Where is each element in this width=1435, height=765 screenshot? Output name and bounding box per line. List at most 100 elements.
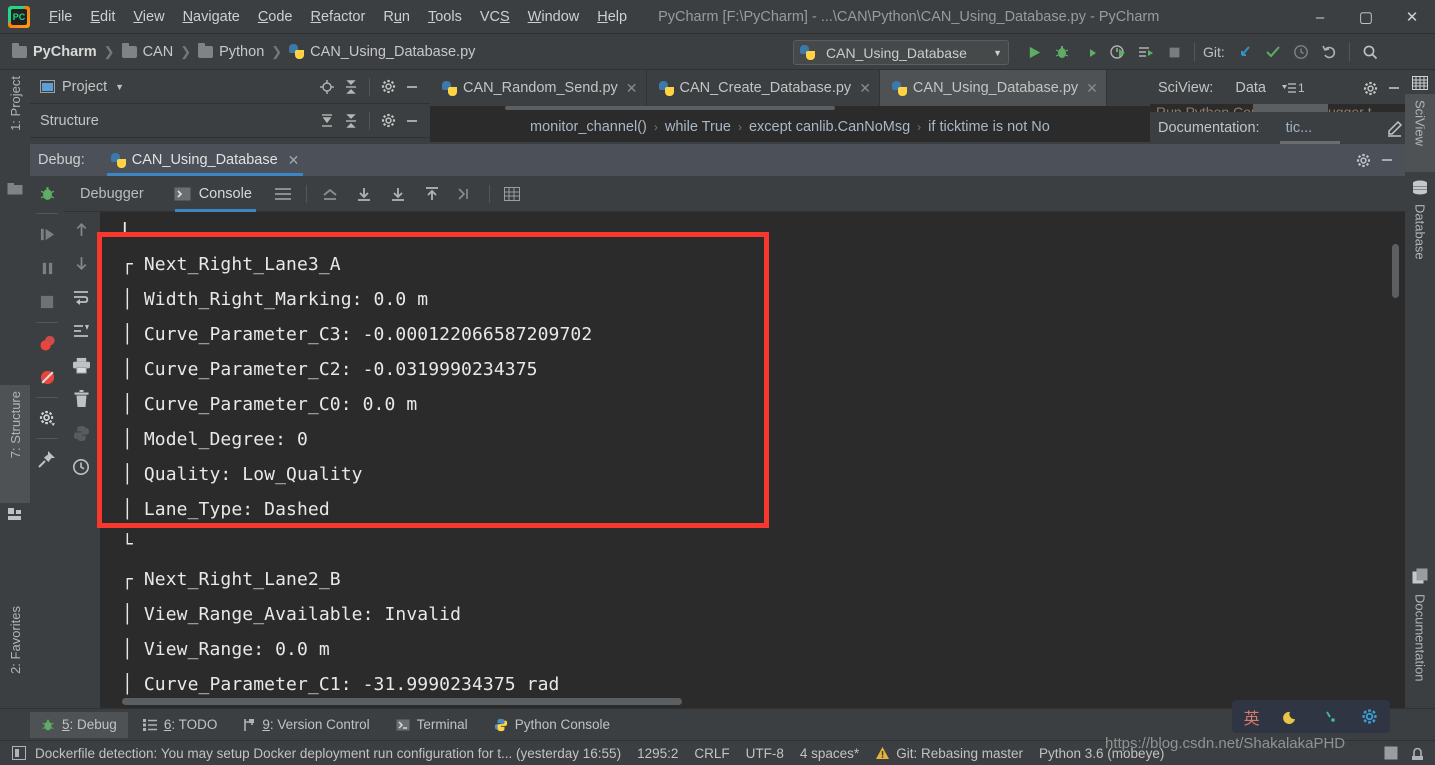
code-breadcrumb-item[interactable]: while True — [665, 119, 731, 135]
console-output[interactable]: L ┌ Next_Right_Lane3_A │ Width_Right_Mar… — [100, 212, 1405, 708]
documentation-panel-header[interactable]: Documentation: tic... — [1150, 112, 1412, 144]
chevron-down-icon[interactable]: ▼ — [115, 82, 124, 92]
bottom-tab-debug[interactable]: 5: Debug — [30, 712, 128, 738]
sidebar-item-documentation[interactable]: Documentation — [1405, 588, 1435, 718]
maximize-button[interactable]: ▢ — [1343, 0, 1389, 34]
sidebar-item-structure[interactable]: 7: Structure — [0, 385, 30, 503]
hide-panel-icon[interactable] — [1375, 149, 1399, 171]
scroll-up-icon[interactable] — [423, 186, 441, 202]
sidebar-item-project[interactable]: 1: Project — [0, 70, 30, 180]
file-encoding[interactable]: UTF-8 — [746, 746, 784, 761]
sidebar-item-sciview[interactable]: SciView — [1405, 94, 1435, 172]
gear-icon[interactable] — [1351, 149, 1375, 171]
editor-tab-can-using-database[interactable]: CAN_Using_Database.py ✕ — [880, 70, 1107, 106]
breadcrumb-item-file[interactable]: CAN_Using_Database.py — [289, 44, 475, 60]
breadcrumb-item-can[interactable]: CAN — [122, 44, 174, 60]
console-horizontal-scrollbar[interactable] — [122, 698, 682, 705]
menu-refactor[interactable]: Refactor — [302, 6, 375, 28]
caret-position[interactable]: 1295:2 — [637, 746, 678, 761]
bottom-tab-version-control[interactable]: 9: Version Control — [232, 712, 380, 738]
line-separator[interactable]: CRLF — [694, 746, 729, 761]
gear-icon[interactable] — [376, 76, 400, 98]
menu-view[interactable]: View — [124, 6, 173, 28]
indent-setting[interactable]: 4 spaces* — [800, 746, 859, 761]
git-history-icon[interactable] — [1287, 38, 1315, 66]
menu-edit[interactable]: Edit — [81, 6, 124, 28]
resume-program-icon[interactable] — [30, 217, 64, 251]
stop-program-icon[interactable] — [30, 285, 64, 319]
run-coverage-button[interactable] — [1076, 38, 1104, 66]
bottom-tab-todo[interactable]: 6: TODO — [132, 712, 229, 738]
sciview-scrollbar[interactable] — [1253, 104, 1328, 112]
scroll-to-top-icon[interactable] — [321, 186, 339, 202]
debug-button[interactable] — [1048, 38, 1076, 66]
minimize-button[interactable]: – — [1297, 0, 1343, 34]
soft-wrap-lines-icon[interactable] — [64, 280, 98, 314]
collapse-all-icon[interactable] — [339, 110, 363, 132]
menu-vcs[interactable]: VCS — [471, 6, 519, 28]
code-breadcrumb-item[interactable]: except canlib.CanNoMsg — [749, 119, 910, 135]
run-configuration-selector[interactable]: CAN_Using_Database ▼ — [793, 40, 1009, 65]
breadcrumb-item-pycharm[interactable]: PyCharm — [12, 44, 97, 60]
memory-indicator-icon[interactable] — [1384, 746, 1398, 760]
status-message[interactable]: Dockerfile detection: You may setup Dock… — [35, 746, 621, 761]
lock-icon[interactable] — [1410, 746, 1425, 761]
event-log-icon[interactable] — [12, 746, 26, 760]
documentation-value[interactable]: tic... — [1286, 120, 1313, 136]
history-clock-icon[interactable] — [64, 450, 98, 484]
sciview-list-icon[interactable]: 1 — [1282, 81, 1305, 95]
gear-icon[interactable] — [1361, 708, 1378, 725]
console-vertical-scrollbar[interactable] — [1392, 244, 1399, 298]
settings-gear-icon[interactable] — [30, 401, 64, 435]
print-cursor-icon[interactable] — [457, 186, 475, 202]
project-panel-header[interactable]: Project ▼ — [30, 70, 430, 104]
ime-language-icon[interactable]: 英 — [1244, 705, 1260, 729]
ime-floating-toolbar[interactable]: 英 — [1232, 700, 1390, 733]
run-button[interactable] — [1020, 38, 1048, 66]
hide-panel-icon[interactable] — [400, 110, 424, 132]
step-down-icon[interactable] — [64, 246, 98, 280]
menu-code[interactable]: Code — [249, 6, 302, 28]
scroll-to-end-console-icon[interactable] — [64, 314, 98, 348]
bottom-tab-terminal[interactable]: Terminal — [385, 712, 479, 738]
close-icon[interactable]: ✕ — [1086, 80, 1098, 97]
code-breadcrumb-item[interactable]: monitor_channel() — [530, 119, 647, 135]
sciview-tab-data[interactable]: Data — [1235, 80, 1266, 96]
close-icon[interactable]: ✕ — [626, 80, 638, 97]
mute-breakpoints-icon[interactable] — [30, 360, 64, 394]
sciview-panel-header[interactable]: SciView: Data 1 — [1150, 70, 1412, 106]
table-view-icon[interactable] — [504, 187, 520, 201]
structure-panel-header[interactable]: Structure — [30, 104, 430, 138]
pin-tab-icon[interactable] — [30, 442, 64, 476]
git-update-icon[interactable] — [1231, 38, 1259, 66]
debug-session-tab[interactable]: CAN_Using_Database ✕ — [107, 144, 304, 176]
python-console-icon-disabled[interactable] — [64, 416, 98, 450]
git-revert-icon[interactable] — [1315, 38, 1343, 66]
menu-tools[interactable]: Tools — [419, 6, 471, 28]
step-up-icon[interactable] — [64, 212, 98, 246]
hide-panel-icon[interactable] — [1382, 77, 1406, 99]
editor-tab-can-create-database[interactable]: CAN_Create_Database.py ✕ — [647, 70, 880, 106]
close-icon[interactable]: ✕ — [288, 152, 300, 169]
expand-all-icon[interactable] — [315, 110, 339, 132]
scroll-to-end-icon[interactable] — [389, 186, 407, 202]
view-breakpoints-icon[interactable] — [30, 326, 64, 360]
scroll-down-icon[interactable] — [355, 186, 373, 202]
tab-console[interactable]: Console — [199, 176, 252, 212]
collapse-all-icon[interactable] — [339, 76, 363, 98]
git-commit-icon[interactable] — [1259, 38, 1287, 66]
moon-icon[interactable] — [1283, 709, 1299, 725]
run-with-console-button[interactable] — [1132, 38, 1160, 66]
stop-button[interactable] — [1160, 38, 1188, 66]
menu-file[interactable]: File — [40, 6, 81, 28]
close-icon[interactable]: ✕ — [859, 80, 871, 97]
menu-navigate[interactable]: Navigate — [174, 6, 249, 28]
editor-tab-can-random-send[interactable]: CAN_Random_Send.py ✕ — [430, 70, 647, 106]
edit-pencil-icon[interactable] — [1382, 117, 1406, 139]
search-icon[interactable] — [1356, 38, 1384, 66]
editor-scrollbar[interactable] — [505, 106, 835, 110]
soft-wrap-icon[interactable] — [274, 187, 292, 201]
menu-window[interactable]: Window — [519, 6, 589, 28]
pen-dot-icon[interactable] — [1322, 709, 1338, 725]
git-status[interactable]: Git: Rebasing master — [896, 746, 1023, 761]
